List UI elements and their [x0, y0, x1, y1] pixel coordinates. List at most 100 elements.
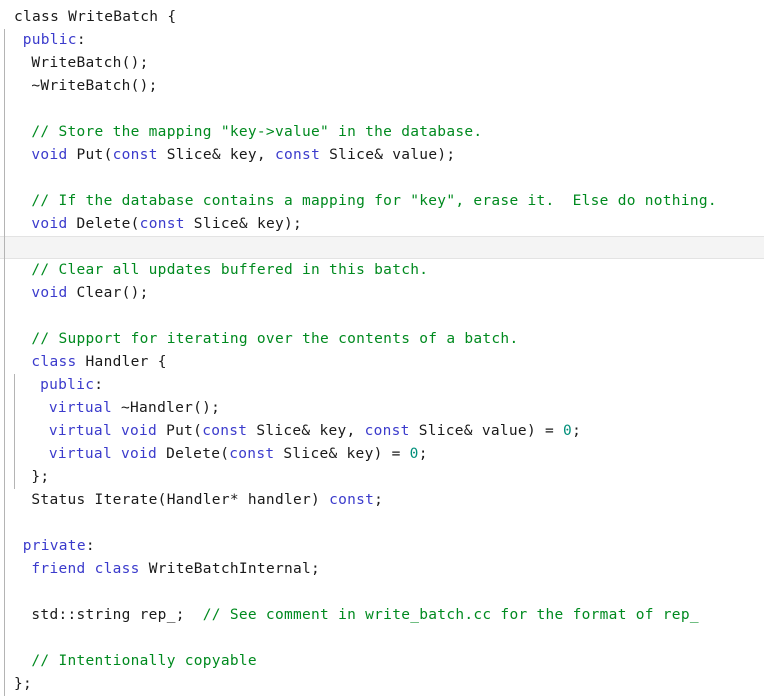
code-line-content: // Clear all updates buffered in this ba…	[0, 259, 764, 282]
code-line[interactable]: ~WriteBatch();	[0, 75, 764, 98]
code-line[interactable]	[0, 167, 764, 190]
code-line-content: private:	[0, 535, 764, 558]
code-token-kw: virtual	[48, 446, 112, 462]
code-line[interactable]: WriteBatch();	[0, 52, 764, 75]
code-token-plain: Slice& key);	[184, 216, 303, 232]
code-line[interactable]: void Delete(const Slice& key);	[0, 213, 764, 236]
code-token-kw: friend	[31, 561, 86, 577]
code-token-plain: WriteBatchInternal;	[139, 561, 321, 577]
code-line[interactable]: // Store the mapping "key->value" in the…	[0, 121, 764, 144]
code-token-kw: const	[229, 446, 275, 462]
code-line-content: virtual void Put(const Slice& key, const…	[0, 420, 764, 443]
code-line[interactable]: virtual ~Handler();	[0, 397, 764, 420]
code-line[interactable]: std::string rep_; // See comment in writ…	[0, 604, 764, 627]
code-token-kw: void	[31, 147, 68, 163]
code-token-plain: Delete(	[157, 446, 230, 462]
code-line-content: WriteBatch();	[0, 52, 764, 75]
code-line-content: Status Iterate(Handler* handler) const;	[0, 489, 764, 512]
code-viewer[interactable]: class WriteBatch {public: WriteBatch(); ~W…	[0, 0, 764, 700]
code-line-content: class Handler {	[0, 351, 764, 374]
code-token-plain: };	[14, 676, 33, 692]
code-token-kw: virtual	[48, 400, 112, 416]
code-line-content: ~WriteBatch();	[0, 75, 764, 98]
code-token-kw: void	[121, 423, 158, 439]
code-token-plain: ~WriteBatch();	[31, 78, 158, 94]
code-line-content	[0, 237, 764, 258]
code-line-content: class WriteBatch {	[0, 6, 764, 29]
code-token-comment: // Intentionally copyable	[31, 653, 257, 669]
code-line[interactable]	[0, 98, 764, 121]
code-token-plain: Slice& key,	[247, 423, 365, 439]
code-line-content: virtual void Delete(const Slice& key) = …	[0, 443, 764, 466]
code-line[interactable]: virtual void Delete(const Slice& key) = …	[0, 443, 764, 466]
code-line-content: };	[0, 466, 764, 489]
code-line[interactable]: public:	[0, 374, 764, 397]
code-line-content	[0, 512, 764, 535]
code-token-plain: ;	[418, 446, 428, 462]
code-token-num: 0	[409, 446, 419, 462]
code-token-comment: // See comment in write_batch.cc for the…	[202, 607, 699, 623]
code-line[interactable]: private:	[0, 535, 764, 558]
code-token-kw: const	[202, 423, 248, 439]
code-line-content: std::string rep_; // See comment in writ…	[0, 604, 764, 627]
code-line[interactable]: // Clear all updates buffered in this ba…	[0, 259, 764, 282]
code-token-plain: :	[94, 377, 104, 393]
code-line-content: public:	[0, 374, 764, 397]
code-token-kw: const	[112, 147, 158, 163]
code-line[interactable]	[0, 305, 764, 328]
code-line-content	[0, 305, 764, 328]
code-line-content: // Support for iterating over the conten…	[0, 328, 764, 351]
code-line-content	[0, 167, 764, 190]
code-line-content: public:	[0, 29, 764, 52]
code-line[interactable]	[0, 512, 764, 535]
code-line[interactable]: // If the database contains a mapping fo…	[0, 190, 764, 213]
code-token-comment: // If the database contains a mapping fo…	[31, 193, 717, 209]
code-token-plain: Slice& key) =	[274, 446, 410, 462]
code-line[interactable]: void Put(const Slice& key, const Slice& …	[0, 144, 764, 167]
code-token-plain: Delete(	[67, 216, 140, 232]
code-line[interactable]: friend class WriteBatchInternal;	[0, 558, 764, 581]
code-line[interactable]: virtual void Put(const Slice& key, const…	[0, 420, 764, 443]
code-token-kw: virtual	[48, 423, 112, 439]
code-line-content: friend class WriteBatchInternal;	[0, 558, 764, 581]
code-line-content	[0, 581, 764, 604]
code-token-comment: // Store the mapping "key->value" in the…	[31, 124, 483, 140]
code-line[interactable]: // Support for iterating over the conten…	[0, 328, 764, 351]
code-token-num: 0	[563, 423, 573, 439]
code-token-kw: private	[22, 538, 86, 554]
code-token-plain: :	[76, 32, 86, 48]
code-line[interactable]: class WriteBatch {	[0, 6, 764, 29]
code-line-current[interactable]	[0, 236, 764, 259]
code-line-content: };	[0, 673, 764, 696]
code-line[interactable]: };	[0, 466, 764, 489]
code-token-plain: Clear();	[67, 285, 149, 301]
code-token-kw: public	[22, 32, 77, 48]
code-token-plain: Put(	[157, 423, 203, 439]
code-line-content: void Put(const Slice& key, const Slice& …	[0, 144, 764, 167]
code-line[interactable]	[0, 581, 764, 604]
code-token-kw: class	[31, 354, 77, 370]
code-line[interactable]: };	[0, 673, 764, 696]
code-line[interactable]: public:	[0, 29, 764, 52]
code-line[interactable]: void Clear();	[0, 282, 764, 305]
code-token-plain: WriteBatch();	[31, 55, 149, 71]
code-token-plain: :	[85, 538, 95, 554]
code-line[interactable]: // Intentionally copyable	[0, 650, 764, 673]
code-token-plain: Slice& value);	[320, 147, 456, 163]
code-line-content: void Clear();	[0, 282, 764, 305]
code-line[interactable]: class Handler {	[0, 351, 764, 374]
code-token-kw: void	[31, 285, 68, 301]
code-line-content: // Store the mapping "key->value" in the…	[0, 121, 764, 144]
code-token-kw: void	[121, 446, 158, 462]
code-token-kw: const	[329, 492, 375, 508]
code-token-plain: };	[31, 469, 50, 485]
code-token-plain: class	[14, 9, 60, 25]
code-token-plain: ;	[572, 423, 582, 439]
code-token-plain: Slice& value) =	[409, 423, 564, 439]
code-token-plain: Put(	[67, 147, 113, 163]
code-line[interactable]: Status Iterate(Handler* handler) const;	[0, 489, 764, 512]
code-line[interactable]	[0, 627, 764, 650]
